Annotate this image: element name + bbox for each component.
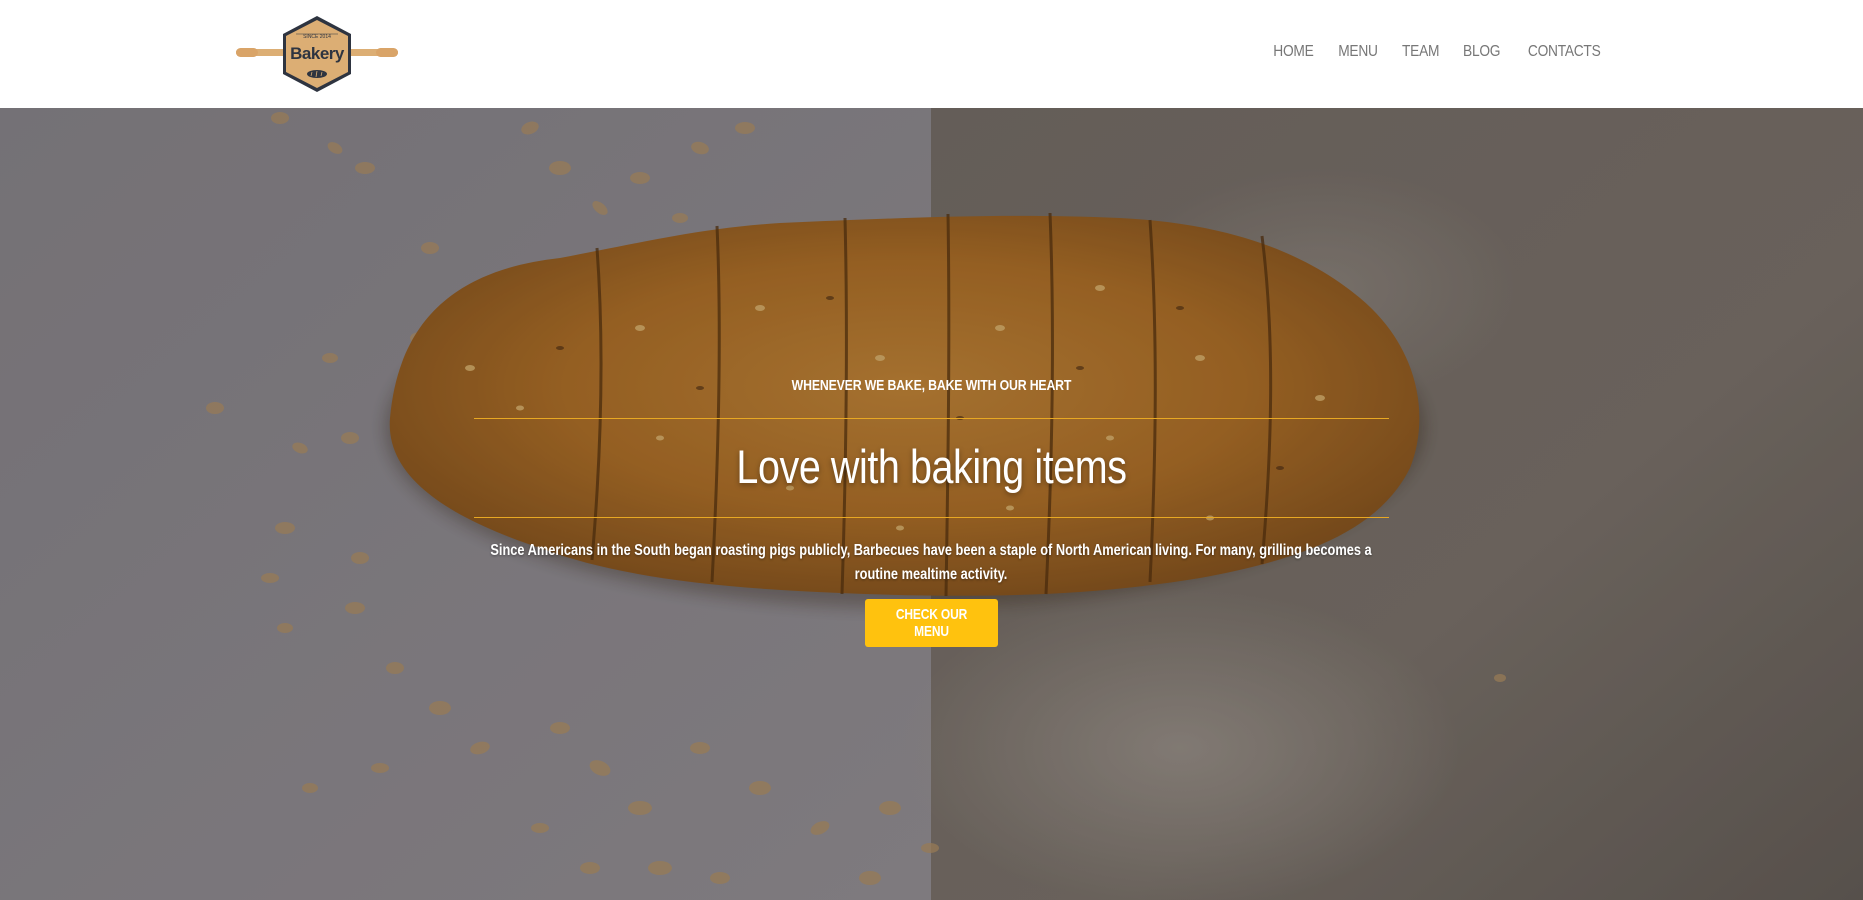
hero-headline: Love with baking items (736, 440, 1127, 493)
main-nav: HOME MENU TEAM BLOG CONTACTS (1261, 40, 1615, 64)
nav-item-team[interactable]: TEAM (1394, 40, 1447, 64)
hero-content: WHENEVER WE BAKE, BAKE WITH OUR HEART Lo… (474, 376, 1389, 647)
nav-item-menu[interactable]: MENU (1331, 40, 1386, 64)
nav-item-contacts[interactable]: CONTACTS (1520, 40, 1608, 64)
nav-item-blog[interactable]: BLOG (1456, 40, 1509, 64)
nav-item-home[interactable]: HOME (1266, 40, 1322, 64)
check-our-menu-button[interactable]: CHECK OUR MENU (865, 599, 998, 647)
hero-section: WHENEVER WE BAKE, BAKE WITH OUR HEART Lo… (0, 108, 1863, 900)
hero-divider-bottom (474, 517, 1389, 518)
hero-eyebrow: WHENEVER WE BAKE, BAKE WITH OUR HEART (791, 377, 1072, 394)
rolling-pin-logo-icon: SINCE 2014 Bakery (236, 16, 398, 92)
site-header: SINCE 2014 Bakery HOME MENU TEAM BLOG CO… (0, 0, 1863, 108)
bakery-logo[interactable]: SINCE 2014 Bakery (236, 12, 398, 96)
svg-text:SINCE 2014: SINCE 2014 (303, 34, 331, 40)
svg-text:Bakery: Bakery (290, 44, 345, 63)
hero-description: Since Americans in the South began roast… (490, 542, 1372, 583)
check-our-menu-label: CHECK OUR MENU (895, 606, 968, 640)
